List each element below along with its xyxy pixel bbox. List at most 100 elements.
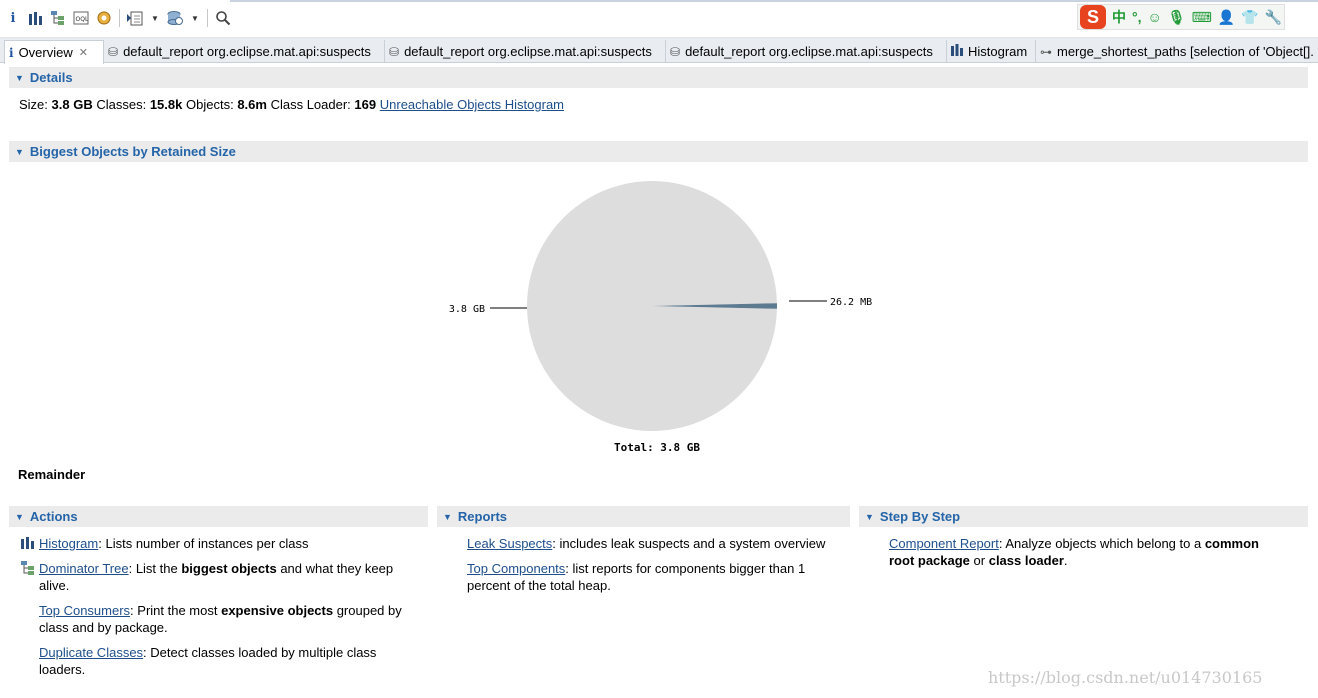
reports-list: Leak Suspects: includes leak suspects an…: [447, 535, 837, 602]
toolbar-separator: [207, 9, 208, 27]
ime-emoji-icon[interactable]: ☺: [1148, 9, 1162, 25]
size-value: 3.8 GB: [51, 97, 93, 112]
objects-value: 8.6m: [237, 97, 267, 112]
item-description: : Analyze objects which belong to a: [998, 536, 1205, 551]
details-summary: Size: 3.8 GB Classes: 15.8k Objects: 8.6…: [19, 97, 564, 112]
tab-label: merge_shortest_paths [selection of 'Obje…: [1057, 44, 1314, 59]
ime-skin-icon[interactable]: 👕: [1241, 9, 1258, 26]
list-item: Top Components: list reports for compone…: [447, 560, 837, 594]
tab-label: Histogram: [968, 44, 1028, 59]
section-title: Reports: [457, 509, 508, 524]
details-section-header[interactable]: ▼ Details: [9, 67, 1308, 88]
ime-settings-icon[interactable]: 🔧: [1265, 9, 1282, 26]
dominator-tree-icon: [21, 561, 35, 575]
ime-toolbar: S 中 °, ☺ 🎙 ⌨ 👤 👕 🔧: [1077, 4, 1285, 30]
tab-label: default_report org.eclipse.mat.api:suspe…: [404, 44, 652, 59]
classes-value: 15.8k: [149, 97, 183, 112]
dominator-tree-link[interactable]: Dominator Tree: [39, 561, 129, 576]
leak-suspects-link[interactable]: Leak Suspects: [467, 536, 552, 551]
ime-user-icon[interactable]: 👤: [1218, 9, 1235, 26]
pie-total-label: Total: 3.8 GB: [614, 441, 700, 454]
run-report-icon[interactable]: [126, 9, 144, 27]
chevron-down-icon[interactable]: ▼: [150, 9, 160, 27]
toolbar-separator: [119, 9, 120, 27]
section-title: Step By Step: [879, 509, 961, 524]
query-browser-icon: ⛁: [670, 44, 681, 59]
info-icon[interactable]: i: [8, 9, 18, 27]
collapse-triangle-icon[interactable]: ▼: [15, 73, 24, 83]
collapse-triangle-icon[interactable]: ▼: [865, 512, 874, 522]
search-icon[interactable]: [214, 9, 232, 27]
section-title: Actions: [29, 509, 78, 524]
step-by-step-section-header[interactable]: ▼ Step By Step: [859, 506, 1308, 527]
reports-section-header[interactable]: ▼ Reports: [437, 506, 850, 527]
duplicate-classes-link[interactable]: Duplicate Classes: [39, 645, 143, 660]
class-loader-label: Class Loader:: [270, 97, 351, 112]
class-loader-value: 169: [354, 97, 377, 112]
editor-tab-bar: i Overview ✕ ⛁ default_report org.eclips…: [0, 38, 1318, 64]
collapse-triangle-icon[interactable]: ▼: [15, 147, 24, 157]
top-components-link[interactable]: Top Components: [467, 561, 565, 576]
top-consumers-link[interactable]: Top Consumers: [39, 603, 130, 618]
chevron-down-icon[interactable]: ▼: [190, 9, 200, 27]
histogram-link[interactable]: Histogram: [39, 536, 98, 551]
item-description: : Print the most: [130, 603, 222, 618]
list-item: Leak Suspects: includes leak suspects an…: [447, 535, 837, 552]
close-icon[interactable]: ✕: [79, 46, 88, 59]
objects-label: Objects:: [186, 97, 234, 112]
collapse-triangle-icon[interactable]: ▼: [443, 512, 452, 522]
query-browser-icon: ⛁: [108, 44, 119, 59]
list-item: Component Report: Analyze objects which …: [869, 535, 1269, 569]
tab-default-report[interactable]: ⛁ default_report org.eclipse.mat.api:sus…: [666, 40, 947, 63]
histogram-icon: [21, 536, 35, 550]
step-by-step-list: Component Report: Analyze objects which …: [869, 535, 1269, 577]
tab-label: default_report org.eclipse.mat.api:suspe…: [123, 44, 371, 59]
actions-section-header[interactable]: ▼ Actions: [9, 506, 428, 527]
tab-label: default_report org.eclipse.mat.api:suspe…: [685, 44, 933, 59]
item-emphasis: class loader: [988, 553, 1064, 568]
ime-chinese-mode-icon[interactable]: 中: [1112, 7, 1126, 27]
item-description: or: [969, 553, 989, 568]
list-item: Dominator Tree: List the biggest objects…: [19, 560, 419, 594]
slice-label: 3.8 GB: [449, 304, 485, 315]
tab-histogram[interactable]: Histogram: [947, 40, 1036, 63]
item-description: : List the: [128, 561, 182, 576]
section-title: Details: [29, 70, 73, 85]
tab-label: Overview: [18, 45, 73, 60]
watermark-text: https://blog.csdn.net/u014730165: [988, 668, 1263, 687]
dominator-tree-icon: ⊶: [1040, 44, 1052, 59]
collapse-triangle-icon[interactable]: ▼: [15, 512, 24, 522]
size-label: Size:: [19, 97, 48, 112]
histogram-icon: [951, 44, 963, 59]
classes-label: Classes:: [96, 97, 147, 112]
biggest-objects-section-header[interactable]: ▼ Biggest Objects by Retained Size: [9, 141, 1308, 162]
tab-overview[interactable]: i Overview ✕: [4, 40, 104, 64]
retained-size-pie-chart: 3.8 GB 26.2 MB Total: 3.8 GB: [420, 170, 900, 470]
item-description: : Lists number of instances per class: [98, 536, 309, 551]
item-emphasis: biggest objects: [181, 561, 277, 576]
unreachable-objects-histogram-link[interactable]: Unreachable Objects Histogram: [380, 97, 564, 112]
list-item: Histogram: Lists number of instances per…: [19, 535, 419, 552]
tab-merge-shortest-paths[interactable]: ⊶ merge_shortest_paths [selection of 'Ob…: [1036, 40, 1318, 63]
pie-chart-svg[interactable]: 3.8 GB 26.2 MB Total: 3.8 GB: [420, 170, 900, 470]
list-item: Top Consumers: Print the most expensive …: [19, 602, 419, 636]
info-icon: i: [9, 45, 14, 60]
ime-punctuation-icon[interactable]: °,: [1132, 9, 1142, 25]
histogram-icon[interactable]: [28, 9, 42, 27]
heap-dump-overview-icon[interactable]: [96, 9, 112, 27]
ime-keyboard-icon[interactable]: ⌨: [1192, 9, 1212, 26]
oql-icon[interactable]: OQL: [73, 9, 89, 27]
actions-list: Histogram: Lists number of instances per…: [19, 535, 419, 686]
remainder-label: Remainder: [18, 467, 86, 482]
section-title: Biggest Objects by Retained Size: [29, 144, 236, 159]
tab-default-report[interactable]: ⛁ default_report org.eclipse.mat.api:sus…: [104, 40, 385, 63]
dominator-tree-icon[interactable]: [50, 9, 66, 27]
tab-default-report[interactable]: ⛁ default_report org.eclipse.mat.api:sus…: [385, 40, 666, 63]
query-browser-icon: ⛁: [389, 44, 400, 59]
item-description: : includes leak suspects and a system ov…: [552, 536, 826, 551]
slice-label: 26.2 MB: [830, 297, 872, 308]
ime-logo[interactable]: S: [1080, 5, 1106, 29]
ime-voice-icon[interactable]: 🎙: [1168, 9, 1186, 26]
component-report-link[interactable]: Component Report: [889, 536, 999, 551]
query-browser-icon[interactable]: [166, 9, 184, 27]
